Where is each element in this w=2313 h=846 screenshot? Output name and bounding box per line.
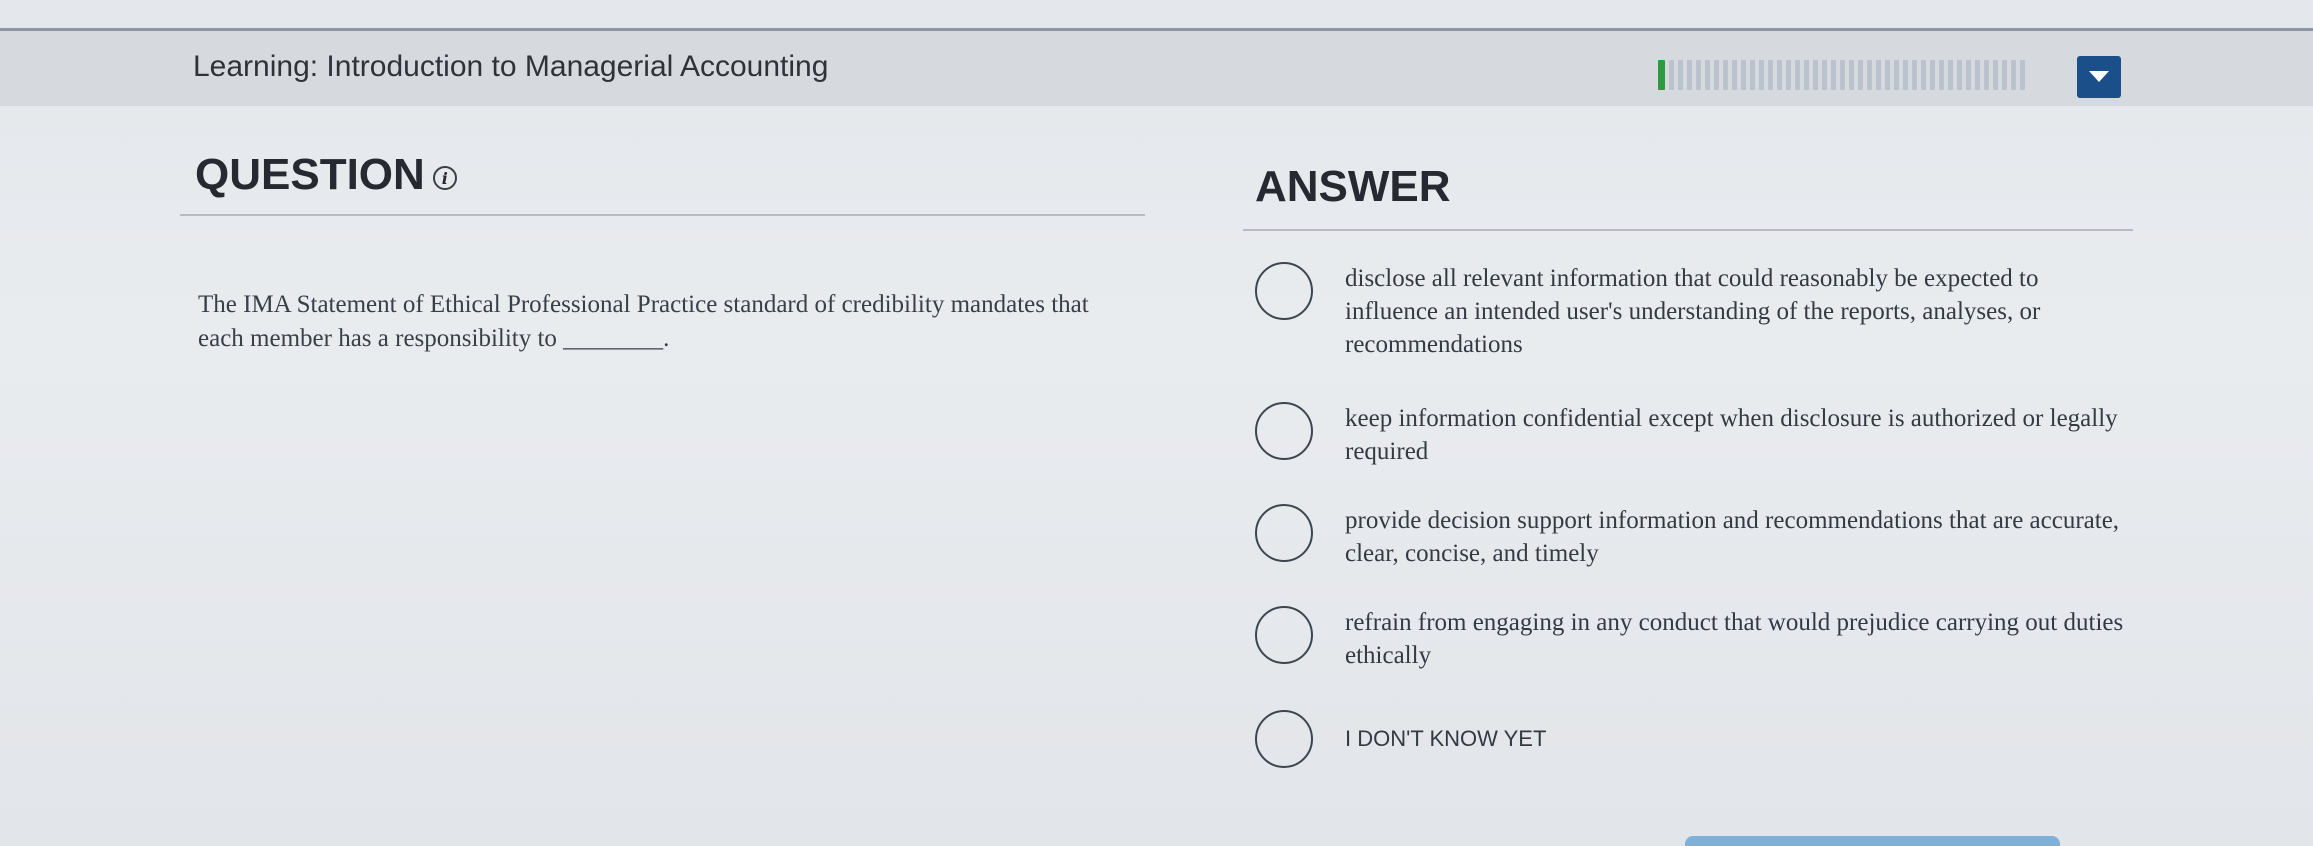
page: Learning: Introduction to Managerial Acc… <box>0 0 2313 846</box>
progress-tick <box>1966 60 1971 90</box>
progress-tick <box>1705 60 1710 90</box>
progress-tick <box>1894 60 1899 90</box>
answer-option-label: refrain from engaging in any conduct tha… <box>1345 609 2124 669</box>
radio-button[interactable] <box>1255 402 1313 460</box>
progress-tick <box>1984 60 1989 90</box>
progress-tick <box>1813 60 1818 90</box>
info-icon[interactable]: i <box>432 166 457 190</box>
progress-tick <box>1957 60 1962 90</box>
answer-option-label: keep information confidential except whe… <box>1345 405 2118 465</box>
progress-tick <box>1939 60 1944 90</box>
progress-tick <box>2020 60 2025 90</box>
radio-button[interactable] <box>1255 710 1313 768</box>
answer-option-1[interactable]: disclose all relevant information that c… <box>1255 262 2135 361</box>
progress-tick <box>1795 60 1800 90</box>
progress-tick <box>1831 60 1836 90</box>
progress-tick <box>1714 60 1719 90</box>
menu-dropdown-button[interactable] <box>2077 56 2121 98</box>
progress-tick <box>2011 60 2016 90</box>
progress-tick <box>1903 60 1908 90</box>
progress-tick <box>1948 60 1953 90</box>
progress-tick <box>1759 60 1764 90</box>
progress-bar <box>1658 60 2058 90</box>
progress-tick-complete <box>1658 60 1665 90</box>
progress-tick <box>1921 60 1926 90</box>
progress-tick <box>1732 60 1737 90</box>
progress-tick <box>1786 60 1791 90</box>
question-heading: QUESTION i <box>195 150 457 200</box>
question-divider <box>180 214 1145 216</box>
progress-tick <box>1930 60 1935 90</box>
progress-tick <box>1858 60 1863 90</box>
answer-option-3[interactable]: provide decision support information and… <box>1255 504 2135 570</box>
progress-tick <box>1678 60 1683 90</box>
progress-tick <box>1750 60 1755 90</box>
answer-option-label: provide decision support information and… <box>1345 507 2120 567</box>
progress-tick <box>1687 60 1692 90</box>
progress-tick <box>1840 60 1845 90</box>
answer-option-label: I DON'T KNOW YET <box>1345 726 1547 751</box>
progress-tick <box>1696 60 1701 90</box>
radio-button[interactable] <box>1255 504 1313 562</box>
progress-tick <box>1975 60 1980 90</box>
progress-tick <box>1741 60 1746 90</box>
progress-tick <box>1723 60 1728 90</box>
caret-down-icon <box>2089 71 2109 82</box>
progress-tick <box>1867 60 1872 90</box>
question-text: The IMA Statement of Ethical Professiona… <box>198 291 1089 352</box>
answer-option-2[interactable]: keep information confidential except whe… <box>1255 402 2135 468</box>
progress-tick <box>1876 60 1881 90</box>
module-title: Learning: Introduction to Managerial Acc… <box>193 50 829 83</box>
progress-tick <box>1669 60 1674 90</box>
answer-option-dont-know[interactable]: I DON'T KNOW YET <box>1255 710 2135 768</box>
progress-tick <box>1885 60 1890 90</box>
next-button[interactable] <box>1685 836 2060 846</box>
progress-tick <box>1822 60 1827 90</box>
radio-button[interactable] <box>1255 606 1313 664</box>
answer-option-label: disclose all relevant information that c… <box>1345 265 2041 358</box>
progress-tick <box>1768 60 1773 90</box>
progress-tick <box>2002 60 2007 90</box>
progress-tick <box>1912 60 1917 90</box>
answer-heading: ANSWER <box>1255 162 1451 211</box>
question-heading-label: QUESTION <box>195 150 425 199</box>
progress-tick <box>1993 60 1998 90</box>
answer-divider <box>1243 229 2133 231</box>
progress-tick <box>1804 60 1809 90</box>
progress-tick <box>1849 60 1854 90</box>
progress-tick <box>1777 60 1782 90</box>
radio-button[interactable] <box>1255 262 1313 320</box>
answer-option-4[interactable]: refrain from engaging in any conduct tha… <box>1255 606 2135 672</box>
